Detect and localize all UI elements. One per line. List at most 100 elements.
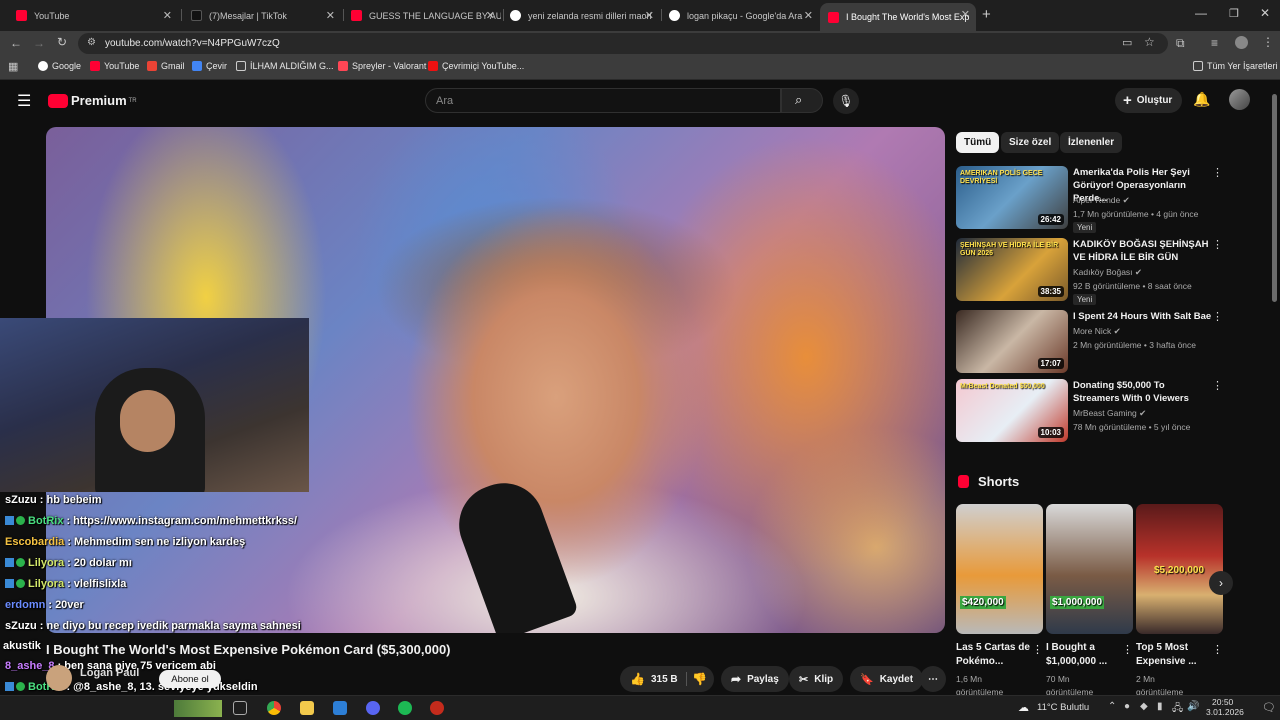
- subscribe-button[interactable]: Abone ol: [159, 670, 221, 688]
- app-icon[interactable]: [333, 701, 347, 715]
- channel-avatar[interactable]: [46, 665, 72, 691]
- clock-time[interactable]: 20:50: [1212, 697, 1233, 707]
- tray-chevron-icon[interactable]: ⌃: [1108, 701, 1116, 712]
- taskbar-preview-thumbnail[interactable]: [174, 700, 222, 717]
- extensions-icon[interactable]: ⧉: [1176, 36, 1185, 51]
- more-options-icon[interactable]: ⋮: [1212, 643, 1223, 656]
- bookmark-online-youtube[interactable]: Çevrimiçi YouTube...: [428, 61, 524, 71]
- shorts-next-button[interactable]: ›: [1209, 571, 1233, 595]
- create-button[interactable]: + Oluştur: [1115, 88, 1182, 113]
- more-options-icon[interactable]: ⋮: [1212, 379, 1223, 392]
- browser-tab[interactable]: logan pikaçu - Google'da Ara ✕: [661, 4, 819, 27]
- spotify-icon[interactable]: [398, 701, 412, 715]
- recommended-video[interactable]: AMERIKAN POLİS GECE DEVRİYESİ 26:42 Amerik…: [956, 166, 1226, 233]
- browser-tab[interactable]: yeni zelanda resmi dilleri maori ✕: [502, 4, 660, 27]
- short-thumbnail[interactable]: $1,000,000: [1046, 504, 1133, 634]
- weather-icon[interactable]: ☁: [1018, 701, 1029, 714]
- video-title[interactable]: I Spent 24 Hours With Salt Bae: [1073, 310, 1213, 323]
- share-button[interactable]: ➦ Paylaş: [721, 666, 789, 692]
- more-options-icon[interactable]: ⋮: [1212, 310, 1223, 323]
- channel-name[interactable]: Logan Paul: [80, 667, 139, 679]
- bookmark-star-icon[interactable]: ☆: [1144, 35, 1155, 49]
- close-icon[interactable]: ✕: [486, 9, 495, 22]
- recommended-video[interactable]: ŞEHİNŞAH VE HİDRA İLE BİR GÜN 2026 38:35 K…: [956, 238, 1226, 305]
- video-thumbnail[interactable]: MrBeast Donated $50,000 10:03: [956, 379, 1068, 442]
- clip-button[interactable]: ✂ Klip: [789, 666, 844, 692]
- chip-for-you[interactable]: Size özel: [1001, 132, 1060, 153]
- youtube-logo[interactable]: Premium TR: [48, 93, 137, 108]
- clock-date[interactable]: 3.01.2026: [1206, 707, 1244, 717]
- recommended-video[interactable]: 17:07 I Spent 24 Hours With Salt Bae More …: [956, 310, 1226, 374]
- bookmark-youtube[interactable]: YouTube: [90, 61, 139, 71]
- site-info-icon[interactable]: ⚙: [87, 37, 96, 48]
- short-title[interactable]: I Bought a $1,000,000 ...: [1046, 641, 1131, 669]
- more-options-icon[interactable]: ⋮: [1212, 238, 1223, 251]
- bookmark-gmail[interactable]: Gmail: [147, 61, 185, 71]
- address-bar[interactable]: ⚙ youtube.com/watch?v=N4PPGuW7czQ ▭ ☆: [78, 33, 1168, 54]
- restore-button[interactable]: ❐: [1229, 7, 1239, 20]
- channel-name[interactable]: Kadıköy Boğası ✔: [1073, 267, 1142, 278]
- cast-icon[interactable]: ▭: [1122, 36, 1132, 49]
- like-count[interactable]: 315 B: [651, 674, 678, 685]
- page-scrollbar[interactable]: [1272, 94, 1277, 302]
- close-icon[interactable]: ✕: [645, 9, 654, 22]
- file-explorer-icon[interactable]: [300, 701, 314, 715]
- minimize-button[interactable]: —: [1195, 6, 1207, 20]
- notification-center-icon[interactable]: 🗨: [1262, 701, 1276, 714]
- bookmark-translate[interactable]: Çevir: [192, 61, 227, 71]
- more-options-icon[interactable]: ⋮: [1122, 643, 1133, 656]
- video-thumbnail[interactable]: AMERIKAN POLİS GECE DEVRİYESİ 26:42: [956, 166, 1068, 229]
- account-avatar[interactable]: [1229, 89, 1250, 110]
- close-icon[interactable]: ✕: [326, 9, 335, 22]
- reload-icon[interactable]: ↻: [57, 35, 67, 49]
- forward-icon[interactable]: →: [33, 36, 45, 50]
- back-icon[interactable]: ←: [10, 36, 22, 50]
- more-actions-button[interactable]: ⋯: [920, 666, 946, 692]
- save-button[interactable]: 🔖 Kaydet: [850, 666, 924, 692]
- media-icon[interactable]: ≡: [1211, 36, 1218, 50]
- video-thumbnail[interactable]: 17:07: [956, 310, 1068, 373]
- more-options-icon[interactable]: ⋮: [1032, 643, 1043, 656]
- profile-avatar[interactable]: [1235, 36, 1248, 49]
- browser-tab[interactable]: YouTube ✕: [8, 4, 178, 27]
- recommended-video[interactable]: MrBeast Donated $50,000 10:03 Donating $50…: [956, 379, 1226, 443]
- chrome-icon[interactable]: [267, 701, 281, 715]
- network-icon[interactable]: 🖧: [1172, 701, 1183, 718]
- chip-watched[interactable]: İzlenenler: [1060, 132, 1123, 153]
- short-title[interactable]: Las 5 Cartas de Pokémo...: [956, 641, 1041, 669]
- more-options-icon[interactable]: ⋮: [1212, 166, 1223, 179]
- like-icon[interactable]: 👍: [630, 672, 645, 686]
- obs-icon[interactable]: [430, 701, 444, 715]
- chip-all[interactable]: Tümü: [956, 132, 1000, 153]
- video-thumbnail[interactable]: ŞEHİNŞAH VE HİDRA İLE BİR GÜN 2026 38:35: [956, 238, 1068, 301]
- video-title[interactable]: KADIKÖY BOĞASI ŞEHİNŞAH VE HİDRA İLE BİR…: [1073, 238, 1213, 264]
- search-button[interactable]: ⌕: [781, 88, 823, 113]
- short-thumbnail[interactable]: $420,000: [956, 504, 1043, 634]
- close-icon[interactable]: ✕: [804, 9, 813, 22]
- browser-tab[interactable]: GUESS THE LANGUAGE BY AU ✕: [343, 4, 501, 27]
- task-view-icon[interactable]: [233, 701, 247, 715]
- channel-name[interactable]: Alper Rende ✔: [1073, 195, 1130, 206]
- search-input[interactable]: Ara: [425, 88, 781, 113]
- window-close-button[interactable]: ✕: [1260, 6, 1270, 20]
- all-bookmarks[interactable]: Tüm Yer İşaretleri: [1193, 61, 1278, 71]
- short-title[interactable]: Top 5 Most Expensive ...: [1136, 641, 1221, 669]
- short-thumbnail[interactable]: $5,200,000: [1136, 504, 1223, 634]
- bookmark-valorant[interactable]: Spreyler - Valorant: [338, 61, 426, 71]
- browser-tab[interactable]: (7)Mesajlar | TikTok ✕: [183, 4, 341, 27]
- voice-search-button[interactable]: 🎙: [833, 88, 859, 114]
- tray-app-icon[interactable]: ●: [1124, 701, 1130, 712]
- discord-icon[interactable]: [366, 701, 380, 715]
- notifications-bell-icon[interactable]: 🔔: [1193, 91, 1210, 108]
- volume-icon[interactable]: 🔊: [1187, 701, 1199, 712]
- weather-text[interactable]: 11°C Bulutlu: [1037, 702, 1089, 713]
- bookmark-folder[interactable]: İLHAM ALDIĞIM G...: [236, 61, 334, 71]
- browser-menu-icon[interactable]: ⋮: [1262, 35, 1274, 49]
- hamburger-menu-icon[interactable]: ☰: [17, 91, 31, 111]
- channel-name[interactable]: More Nick ✔: [1073, 326, 1121, 337]
- tray-app-icon[interactable]: ▮: [1157, 701, 1163, 712]
- close-icon[interactable]: ✕: [961, 8, 970, 21]
- dislike-icon[interactable]: 👎: [692, 672, 707, 686]
- tray-app-icon[interactable]: ◆: [1140, 701, 1148, 712]
- new-tab-button[interactable]: +: [982, 6, 991, 23]
